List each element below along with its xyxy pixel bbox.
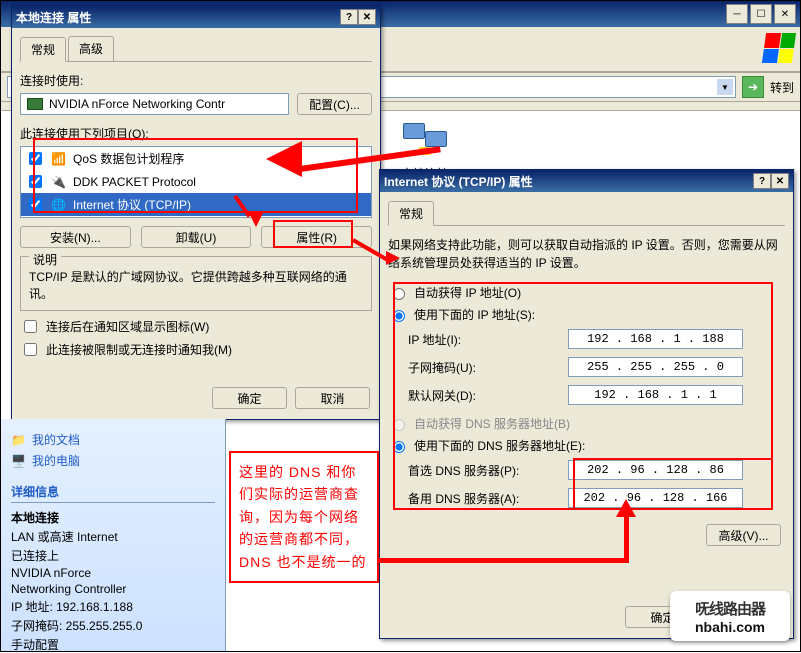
watermark: 呒线路由器 nbahi.com <box>670 591 790 641</box>
desc-label: 说明 <box>29 251 61 268</box>
list-item[interactable]: 📶 QoS 数据包计划程序 <box>21 147 371 170</box>
bg-maximize-button[interactable]: ☐ <box>750 4 772 24</box>
radio-auto-dns <box>393 419 405 431</box>
subnet-mask-input[interactable]: 255 . 255 . 255 . 0 <box>568 357 743 377</box>
folder-icon: 📁 <box>11 433 26 447</box>
show-icon-label: 连接后在通知区域显示图标(W) <box>46 318 209 335</box>
uninstall-button[interactable]: 卸载(U) <box>141 226 252 248</box>
dns1-input[interactable]: 202 . 96 . 128 . 86 <box>568 460 743 480</box>
configure-button[interactable]: 配置(C)... <box>297 93 372 115</box>
dlg1-tabs: 常规 高级 <box>20 36 372 62</box>
ip-address-input[interactable]: 192 . 168 . 1 . 188 <box>568 329 743 349</box>
item-checkbox[interactable] <box>29 198 42 211</box>
properties-button[interactable]: 属性(R) <box>261 226 372 248</box>
show-icon-checkbox[interactable] <box>24 320 37 333</box>
radio-use-ip-label: 使用下面的 IP 地址(S): <box>414 306 535 323</box>
install-button[interactable]: 安装(N)... <box>20 226 131 248</box>
dlg1-close-button[interactable]: ✕ <box>358 9 376 25</box>
ip-desc: 如果网络支持此功能，则可以获取自动指派的 IP 设置。否则，您需要从网络系统管理… <box>388 236 785 272</box>
adapter-name: NVIDIA nForce Networking Contr <box>49 97 225 111</box>
ddk-icon: 🔌 <box>51 175 67 189</box>
items-listbox[interactable]: 📶 QoS 数据包计划程序 🔌 DDK PACKET Protocol 🌐 In… <box>20 146 372 218</box>
sidebar: 📁 我的文档 🖥️ 我的电脑 详细信息 本地连接 LAN 或高速 Interne… <box>1 419 226 651</box>
item-label: QoS 数据包计划程序 <box>73 150 184 167</box>
windows-flag-icon <box>762 33 796 63</box>
dlg1-ok-button[interactable]: 确定 <box>212 387 287 409</box>
sidebar-item-label: 我的文档 <box>32 431 80 448</box>
dlg1-help-button[interactable]: ? <box>340 9 358 25</box>
ip-address-label: IP 地址(I): <box>408 331 568 348</box>
dlg1-titlebar[interactable]: 本地连接 属性 ? ✕ <box>12 6 380 28</box>
dns2-input[interactable]: 202 . 96 . 128 . 166 <box>568 488 743 508</box>
tab-general[interactable]: 常规 <box>388 201 434 226</box>
dlg2-tabs: 常规 <box>388 200 785 226</box>
items-label: 此连接使用下列项目(O): <box>20 125 372 142</box>
watermark-line2: nbahi.com <box>695 619 765 635</box>
gateway-input[interactable]: 192 . 168 . 1 . 1 <box>568 385 743 405</box>
dlg2-titlebar[interactable]: Internet 协议 (TCP/IP) 属性 ? ✕ <box>380 170 793 192</box>
annotation-text: 这里的 DNS 和你们实际的运营商查询，因为每个网络的运营商都不同，DNS 也不… <box>229 451 379 583</box>
sidebar-item-label: 我的电脑 <box>32 452 80 469</box>
detail-type: LAN 或高速 Internet <box>11 528 215 545</box>
tab-general[interactable]: 常规 <box>20 37 66 62</box>
detail-adapter1: NVIDIA nForce <box>11 566 215 580</box>
dlg2-close-button[interactable]: ✕ <box>771 173 789 189</box>
notify-checkbox[interactable] <box>24 343 37 356</box>
connect-using-label: 连接时使用: <box>20 72 372 89</box>
radio-use-ip[interactable] <box>393 310 405 322</box>
description-fieldset: 说明 TCP/IP 是默认的广域网协议。它提供跨越多种互联网络的通讯。 <box>20 256 372 311</box>
detail-mode: 手动配置 <box>11 636 215 653</box>
local-connection-properties-dialog: 本地连接 属性 ? ✕ 常规 高级 连接时使用: NVIDIA nForce N… <box>11 5 381 420</box>
bg-close-button[interactable]: ✕ <box>774 4 796 24</box>
item-label: DDK PACKET Protocol <box>73 175 196 189</box>
detail-adapter2: Networking Controller <box>11 582 215 596</box>
detail-status: 已连接上 <box>11 547 215 564</box>
item-checkbox[interactable] <box>29 175 42 188</box>
notify-label: 此连接被限制或无连接时通知我(M) <box>46 341 232 358</box>
tcpip-properties-dialog: Internet 协议 (TCP/IP) 属性 ? ✕ 常规 如果网络支持此功能… <box>379 169 794 639</box>
tcpip-icon: 🌐 <box>51 198 67 212</box>
gateway-label: 默认网关(D): <box>408 387 568 404</box>
go-label: 转到 <box>770 79 794 96</box>
address-dropdown-icon[interactable]: ▼ <box>717 79 733 95</box>
tab-advanced[interactable]: 高级 <box>68 36 114 61</box>
sidebar-item-computer[interactable]: 🖥️ 我的电脑 <box>11 452 215 469</box>
detail-ip: IP 地址: 192.168.1.188 <box>11 598 215 615</box>
dlg2-help-button[interactable]: ? <box>753 173 771 189</box>
bg-minimize-button[interactable]: ─ <box>726 4 748 24</box>
connection-icon-img <box>401 121 449 161</box>
dns1-label: 首选 DNS 服务器(P): <box>408 462 568 479</box>
list-item[interactable]: 🔌 DDK PACKET Protocol <box>21 170 371 193</box>
subnet-mask-label: 子网掩码(U): <box>408 359 568 376</box>
detail-name: 本地连接 <box>11 509 215 526</box>
radio-auto-dns-label: 自动获得 DNS 服务器地址(B) <box>414 415 570 432</box>
adapter-field[interactable]: NVIDIA nForce Networking Contr <box>20 93 289 115</box>
details-header: 详细信息 <box>11 483 215 503</box>
desc-text: TCP/IP 是默认的广域网协议。它提供跨越多种互联网络的通讯。 <box>29 268 363 302</box>
dlg1-cancel-button[interactable]: 取消 <box>295 387 370 409</box>
dlg1-title: 本地连接 属性 <box>16 9 340 26</box>
item-label: Internet 协议 (TCP/IP) <box>73 196 191 213</box>
details-panel: 本地连接 LAN 或高速 Internet 已连接上 NVIDIA nForce… <box>11 509 215 653</box>
qos-icon: 📶 <box>51 152 67 166</box>
item-checkbox[interactable] <box>29 152 42 165</box>
radio-auto-ip-label: 自动获得 IP 地址(O) <box>414 284 521 301</box>
radio-use-dns-label: 使用下面的 DNS 服务器地址(E): <box>414 437 585 454</box>
list-item-tcpip[interactable]: 🌐 Internet 协议 (TCP/IP) <box>21 193 371 216</box>
watermark-line1: 呒线路由器 <box>695 598 765 619</box>
radio-use-dns[interactable] <box>393 441 405 453</box>
dlg2-title: Internet 协议 (TCP/IP) 属性 <box>384 173 753 190</box>
nic-icon <box>27 98 43 110</box>
advanced-button[interactable]: 高级(V)... <box>706 524 781 546</box>
computer-icon: 🖥️ <box>11 454 26 468</box>
sidebar-item-documents[interactable]: 📁 我的文档 <box>11 431 215 448</box>
radio-auto-ip[interactable] <box>393 288 405 300</box>
go-button[interactable]: ➔ <box>742 76 764 98</box>
detail-mask: 子网掩码: 255.255.255.0 <box>11 617 215 634</box>
dns2-label: 备用 DNS 服务器(A): <box>408 490 568 507</box>
